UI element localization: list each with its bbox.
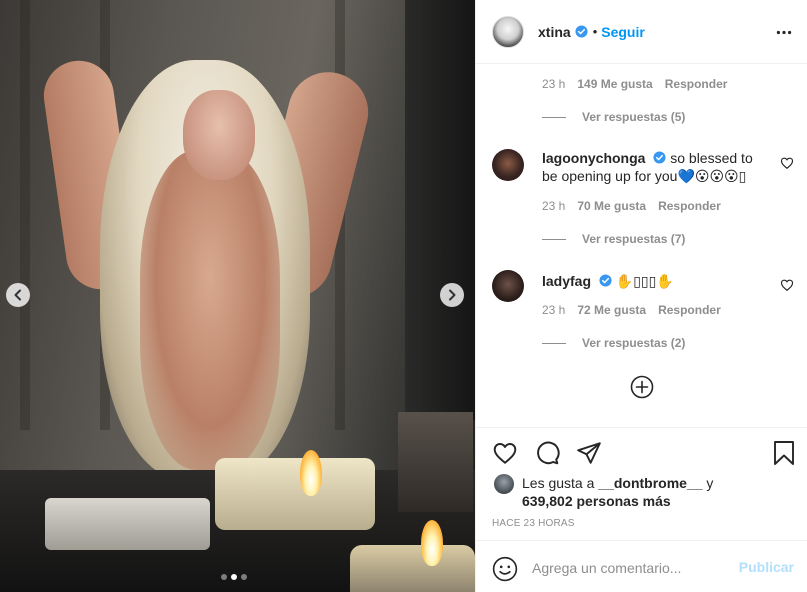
- comment-likes[interactable]: 70 Me gusta: [577, 199, 646, 213]
- comment-time: 23 h: [542, 77, 566, 91]
- comment-item: lagoonychonga so blessed to be opening u…: [492, 149, 792, 185]
- post-image[interactable]: [0, 0, 475, 592]
- comment-time: 23 h: [542, 303, 566, 317]
- liker-username[interactable]: __dontbrome__: [598, 475, 702, 491]
- verified-icon: [599, 274, 612, 287]
- view-replies-label: Ver respuestas (7): [582, 232, 686, 246]
- post-timestamp[interactable]: HACE 23 HORAS: [492, 518, 575, 529]
- share-icon[interactable]: [576, 440, 602, 466]
- like-comment-icon[interactable]: [780, 278, 794, 292]
- candle-flame: [300, 450, 322, 496]
- carousel-dot: [241, 574, 247, 580]
- comment-body: ✋▯▯▯✋: [615, 273, 674, 289]
- likes-count[interactable]: 639,802: [522, 493, 573, 509]
- comment-input[interactable]: [532, 555, 732, 581]
- carousel-dot: [231, 574, 237, 580]
- avatar[interactable]: [494, 474, 514, 494]
- follow-button[interactable]: Seguir: [601, 24, 645, 40]
- comment-time: 23 h: [542, 199, 566, 213]
- comment-text: lagoonychonga so blessed to be opening u…: [542, 149, 760, 185]
- verified-icon: [575, 25, 588, 38]
- action-bar: [492, 440, 602, 466]
- chevron-right-icon: [449, 289, 456, 301]
- door-shadow: [405, 0, 475, 420]
- view-replies-button[interactable]: Ver respuestas (5): [542, 110, 685, 124]
- candle-jar: [215, 458, 375, 530]
- comment-username[interactable]: ladyfag: [542, 273, 591, 289]
- avatar[interactable]: [492, 149, 524, 181]
- divider-line: [542, 342, 566, 344]
- likes-prefix: Les gusta a: [522, 475, 595, 491]
- comment-meta: 23 h 72 Me gusta Responder: [542, 303, 721, 317]
- comment-likes[interactable]: 72 Me gusta: [577, 303, 646, 317]
- separator-dot: •: [592, 24, 598, 39]
- reply-button[interactable]: Responder: [658, 303, 721, 317]
- avatar[interactable]: [492, 270, 524, 302]
- figure-body: [140, 150, 280, 470]
- more-options-button[interactable]: [774, 22, 794, 42]
- likes-connector: y: [706, 475, 714, 491]
- publish-button[interactable]: Publicar: [739, 559, 794, 575]
- candle-jar: [350, 545, 475, 592]
- carousel-dot: [221, 574, 227, 580]
- likes-summary: Les gusta a __dontbrome__ y 639,802 pers…: [494, 474, 713, 510]
- comment-text: ladyfag ✋▯▯▯✋: [542, 270, 760, 302]
- likes-text: Les gusta a __dontbrome__ y 639,802 pers…: [522, 474, 713, 510]
- comment-username[interactable]: lagoonychonga: [542, 150, 645, 166]
- box-object: [398, 412, 473, 512]
- comment-meta: 23 h 70 Me gusta Responder: [542, 199, 721, 213]
- avatar[interactable]: [492, 15, 524, 48]
- post-header: xtina • Seguir: [476, 0, 807, 64]
- comment-likes[interactable]: 149 Me gusta: [577, 77, 652, 91]
- comments-list[interactable]: 23 h 149 Me gusta Responder Ver respuest…: [476, 65, 807, 427]
- wall-detail: [20, 0, 30, 430]
- view-replies-button[interactable]: Ver respuestas (2): [542, 336, 685, 350]
- add-circle-icon[interactable]: [630, 375, 654, 399]
- post-actions: Les gusta a __dontbrome__ y 639,802 pers…: [476, 427, 807, 529]
- view-replies-button[interactable]: Ver respuestas (7): [542, 232, 685, 246]
- carousel-prev-button[interactable]: [6, 283, 30, 307]
- view-replies-label: Ver respuestas (5): [582, 110, 686, 124]
- author-username[interactable]: xtina: [538, 24, 571, 40]
- more-icon: [776, 30, 792, 34]
- reply-button[interactable]: Responder: [665, 77, 728, 91]
- tray-object: [45, 498, 210, 550]
- comment-item: ladyfag ✋▯▯▯✋: [492, 270, 792, 302]
- like-comment-icon[interactable]: [780, 156, 794, 170]
- divider-line: [542, 116, 566, 118]
- chevron-left-icon: [14, 289, 21, 301]
- divider-line: [542, 238, 566, 240]
- carousel-indicator: [221, 574, 247, 580]
- post-sidebar: xtina • Seguir 23 h 149 Me gusta Respond…: [475, 0, 807, 592]
- heart-icon[interactable]: [492, 440, 518, 466]
- likes-suffix[interactable]: personas más: [577, 493, 671, 509]
- carousel-next-button[interactable]: [440, 283, 464, 307]
- reply-button[interactable]: Responder: [658, 199, 721, 213]
- verified-icon: [653, 151, 666, 164]
- candle-flame: [421, 520, 443, 566]
- figure-face: [183, 90, 255, 180]
- comment-meta: 23 h 149 Me gusta Responder: [542, 77, 727, 91]
- view-replies-label: Ver respuestas (2): [582, 336, 686, 350]
- emoji-icon[interactable]: [492, 556, 518, 582]
- comment-icon[interactable]: [534, 440, 560, 466]
- save-icon[interactable]: [772, 440, 796, 466]
- add-comment-bar: Publicar: [476, 540, 807, 592]
